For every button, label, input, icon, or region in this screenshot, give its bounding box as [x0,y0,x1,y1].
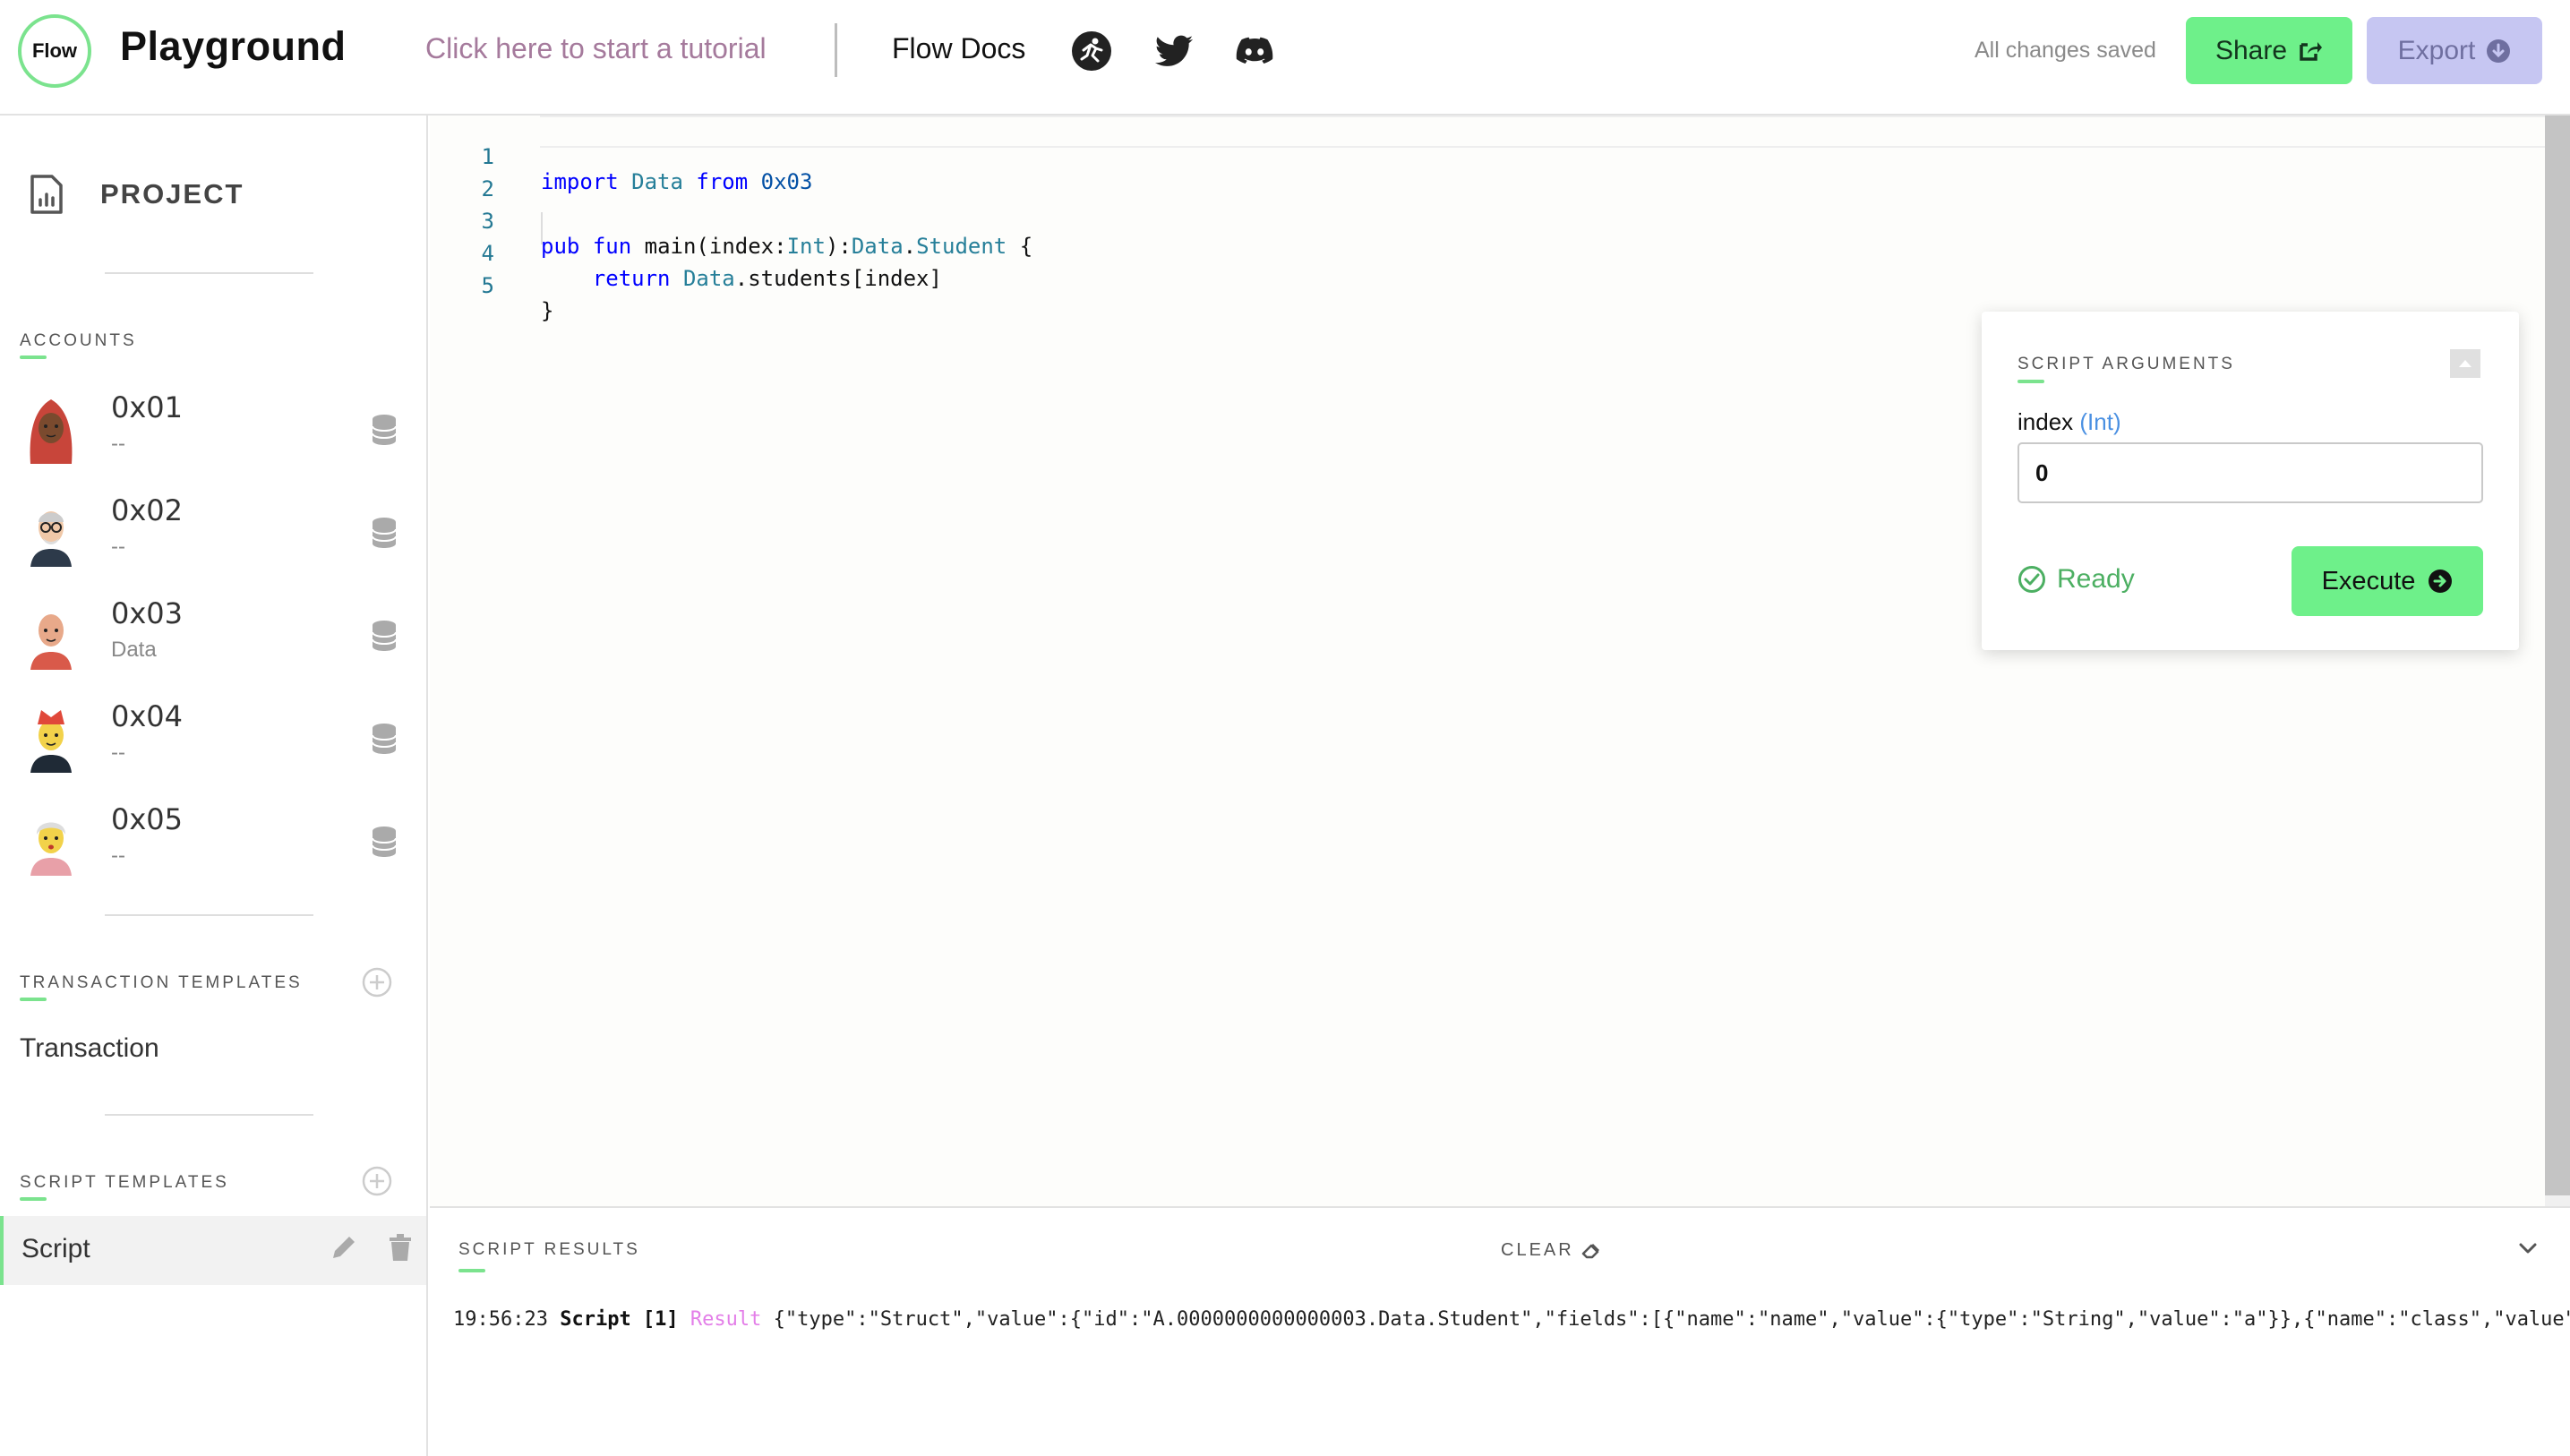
avatar [30,511,72,567]
account-item[interactable]: 0x04 -- [0,690,428,793]
execute-label: Execute [2321,566,2416,595]
pencil-icon[interactable] [330,1233,358,1262]
script-arguments-title: SCRIPT ARGUMENTS [2017,355,2235,373]
trash-icon[interactable] [387,1233,414,1262]
accounts-title: ACCOUNTS [20,331,137,350]
code-line: 4 return Data.students[index] [430,216,2489,291]
account-contract: -- [111,844,125,868]
tutorial-link[interactable]: Click here to start a tutorial [425,32,767,65]
share-label: Share [2214,35,2288,65]
divider [105,1114,313,1116]
chevron-down-icon[interactable] [2514,1235,2541,1262]
code-line: 2 [430,151,2489,201]
clear-label: CLEAR [1501,1240,1574,1260]
script-results-title: SCRIPT RESULTS [458,1240,640,1259]
flow-docs-link[interactable]: Flow Docs [892,32,1025,65]
avatar [30,822,72,876]
script-results-panel: SCRIPT RESULTS CLEAR 19:56:23 Script [1]… [430,1206,2570,1456]
execute-button[interactable]: Execute [2292,546,2483,616]
section-underline [20,998,47,1001]
ready-status: Ready [2017,564,2135,595]
transaction-templates-title: TRANSACTION TEMPLATES [20,973,303,992]
account-item[interactable]: 0x03 Data [0,587,428,690]
database-icon[interactable] [371,414,398,446]
account-contract: -- [111,741,125,765]
avatar [30,710,72,773]
argument-type: (Int) [2079,408,2121,435]
document-chart-icon [30,175,63,214]
check-circle-icon [2018,566,2045,593]
section-underline [458,1269,485,1272]
share-button[interactable]: Share [2186,17,2352,84]
add-transaction-icon[interactable] [361,966,393,998]
account-item[interactable]: 0x05 -- [0,793,428,896]
flow-runner-icon[interactable] [1071,30,1112,72]
index-argument-input[interactable] [2017,442,2483,503]
header-divider [835,23,837,77]
discord-icon[interactable] [1234,30,1275,72]
code-editor[interactable]: 1 import Data from 0x03 2 3 pub fun main… [430,116,2570,1206]
account-contract: -- [111,432,125,456]
section-underline [20,355,47,359]
share-icon [2300,41,2323,61]
add-script-icon[interactable] [361,1165,393,1197]
project-header[interactable]: PROJECT [29,173,244,216]
database-icon[interactable] [371,826,398,858]
code-line: 5 } [430,248,2489,323]
account-item[interactable]: 0x01 -- [0,381,428,484]
clear-results-button[interactable]: CLEAR [1501,1240,1601,1261]
export-button[interactable]: Export [2367,17,2542,84]
account-item[interactable]: 0x02 -- [0,484,428,587]
line-number: 5 [481,273,494,298]
project-sidebar: PROJECT ACCOUNTS 0x01 -- 0x02 -- 0x03 Da… [0,116,428,1456]
triangle-up-icon [2459,360,2471,367]
script-templates-title: SCRIPT TEMPLATES [20,1173,229,1192]
editor-scrollbar-thumb[interactable] [2545,116,2570,1195]
account-address: 0x04 [111,699,184,733]
divider [105,914,313,916]
eraser-icon [1581,1243,1599,1258]
database-icon[interactable] [371,517,398,549]
avatar [30,399,73,464]
account-address: 0x02 [111,493,184,527]
transaction-template-item[interactable]: Transaction [20,1033,159,1064]
script-arguments-panel: SCRIPT ARGUMENTS index (Int) Ready Execu… [1982,312,2519,650]
top-bar: Flow Playground Click here to start a tu… [0,0,2570,116]
section-underline [20,1197,47,1201]
database-icon[interactable] [371,723,398,755]
result-log-entry: 19:56:23 Script [1] Result {"type":"Stru… [453,1308,2570,1331]
avatar [30,614,72,670]
argument-name: index [2017,408,2074,435]
flow-logo[interactable]: Flow [18,14,91,88]
account-contract: -- [111,535,125,559]
twitter-icon[interactable] [1153,30,1195,72]
arrow-right-circle-icon [2429,570,2453,593]
download-circle-icon [2487,39,2511,63]
save-status: All changes saved [1975,38,2156,63]
script-template-label: Script [21,1234,90,1263]
divider [105,272,313,274]
code-line: 1 import Data from 0x03 [430,119,2489,194]
code-line: 3 pub fun main(index:Int):Data.Student { [430,184,2489,259]
export-label: Export [2397,35,2476,65]
app-title: Playground [120,23,347,69]
script-template-item-selected[interactable]: Script [0,1216,426,1285]
section-underline [2017,380,2044,383]
account-address: 0x03 [111,596,184,630]
ready-label: Ready [2057,564,2135,594]
account-address: 0x05 [111,802,184,836]
account-contract: Data [111,638,157,662]
argument-label: index (Int) [2017,408,2121,436]
project-label: PROJECT [100,178,244,210]
collapse-panel-button[interactable] [2450,349,2480,378]
account-address: 0x01 [111,390,184,424]
database-icon[interactable] [371,620,398,652]
